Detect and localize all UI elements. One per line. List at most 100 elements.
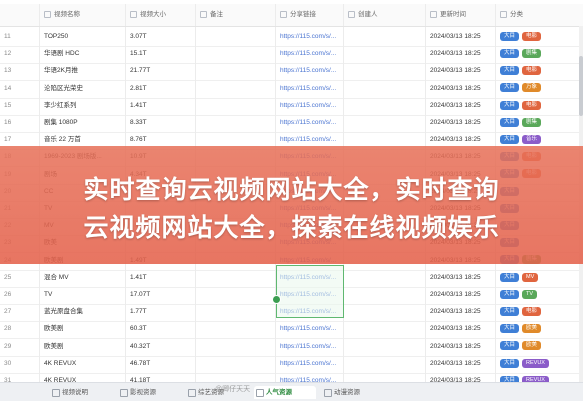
cell-time[interactable]: 2024/03/13 18:25 [426, 27, 496, 46]
cell-name[interactable]: 华语剧 HDC [40, 44, 126, 64]
cell-name[interactable]: 蓝光原盘合集 [40, 302, 126, 322]
cell-time[interactable]: 2024/03/13 18:25 [426, 285, 496, 304]
cell-link[interactable]: https://115.com/s/... [276, 95, 344, 115]
cell-user[interactable] [344, 61, 426, 81]
cell-size[interactable]: 3.07T [126, 27, 196, 46]
cell-user[interactable] [344, 353, 426, 373]
column-header-2[interactable]: 视频大小 [126, 4, 196, 26]
cell-n[interactable]: 29 [0, 336, 40, 356]
cell-name[interactable]: TV [40, 285, 126, 304]
cell-time[interactable]: 2024/03/13 18:25 [426, 336, 496, 356]
cell-size[interactable]: 2.81T [126, 78, 196, 98]
column-header-6[interactable]: 更新时间 [426, 4, 496, 26]
column-header-1[interactable]: 视频名称 [40, 4, 126, 26]
cell-name[interactable]: TOP250 [40, 27, 126, 46]
cell-tags[interactable]: 大目 欧美 [496, 337, 583, 356]
selection-box[interactable] [276, 265, 344, 318]
cell-name[interactable]: 李少红系列 [40, 95, 126, 115]
cell-link[interactable]: https://115.com/s/... [276, 336, 344, 356]
cell-n[interactable]: 26 [0, 285, 40, 304]
sheet-tab[interactable]: 视频说明 [50, 386, 112, 399]
cell-link[interactable]: https://115.com/s/... [276, 113, 344, 132]
cell-tags[interactable]: 大目 欧美 [496, 319, 583, 338]
cell-user[interactable] [344, 44, 426, 64]
cell-time[interactable]: 2024/03/13 18:25 [426, 267, 496, 287]
cell-link[interactable]: https://115.com/s/... [276, 61, 344, 81]
cell-n[interactable]: 15 [0, 95, 40, 115]
cell-tags[interactable]: 大目电影 [496, 302, 583, 321]
fill-handle[interactable] [272, 295, 281, 304]
cell-name[interactable]: 混合 MV [40, 267, 126, 287]
cell-size[interactable]: 40.32T [126, 336, 196, 356]
cell-time[interactable]: 2024/03/13 18:25 [426, 319, 496, 339]
cell-tags[interactable]: 大目剧集 [496, 113, 583, 132]
cell-size[interactable]: 21.77T [126, 61, 196, 81]
cell-user[interactable] [344, 267, 426, 287]
cell-user[interactable] [344, 78, 426, 98]
cell-tags[interactable]: 大目电影 [496, 61, 583, 80]
cell-note[interactable] [196, 113, 276, 132]
cell-name[interactable]: 欧美剧 [40, 319, 126, 339]
cell-n[interactable]: 28 [0, 319, 40, 339]
cell-note[interactable] [196, 27, 276, 46]
cell-tags[interactable]: 大目 万象 [496, 79, 583, 98]
cell-note[interactable] [196, 95, 276, 115]
cell-note[interactable] [196, 336, 276, 356]
cell-user[interactable] [344, 302, 426, 322]
cell-n[interactable]: 13 [0, 61, 40, 81]
cell-n[interactable]: 30 [0, 353, 40, 373]
cell-time[interactable]: 2024/03/13 18:25 [426, 78, 496, 98]
cell-size[interactable]: 1.41T [126, 267, 196, 287]
cell-note[interactable] [196, 319, 276, 339]
cell-link[interactable]: https://115.com/s/... [276, 78, 344, 98]
cell-time[interactable]: 2024/03/13 18:25 [426, 95, 496, 115]
sheet-tab[interactable]: 人气资源 [254, 386, 316, 399]
cell-size[interactable]: 8.33T [126, 113, 196, 132]
cell-user[interactable] [344, 319, 426, 339]
cell-note[interactable] [196, 267, 276, 287]
cell-link[interactable]: https://115.com/s/... [276, 319, 344, 339]
column-header-7[interactable]: 分类 [496, 4, 583, 26]
cell-note[interactable] [196, 285, 276, 304]
cell-tags[interactable]: 大目电影 [496, 27, 583, 46]
scrollbar-thumb[interactable] [579, 56, 583, 116]
cell-time[interactable]: 2024/03/13 18:25 [426, 113, 496, 132]
cell-name[interactable]: 沦陷区光荣史 [40, 78, 126, 98]
cell-n[interactable]: 11 [0, 27, 40, 46]
cell-time[interactable]: 2024/03/13 18:25 [426, 61, 496, 81]
cell-tags[interactable]: 大目剧集 [496, 44, 583, 63]
cell-user[interactable] [344, 95, 426, 115]
column-header-3[interactable]: 备注 [196, 4, 276, 26]
cell-size[interactable]: 1.41T [126, 95, 196, 115]
cell-user[interactable] [344, 113, 426, 132]
cell-user[interactable] [344, 336, 426, 356]
cell-name[interactable]: 4K REVUX [40, 353, 126, 373]
cell-tags[interactable]: 大目 TV [496, 285, 583, 304]
cell-tags[interactable]: 大目电影 [496, 96, 583, 115]
cell-note[interactable] [196, 61, 276, 81]
sheet-tab[interactable]: 影视资源 [118, 386, 180, 399]
cell-size[interactable]: 1.77T [126, 302, 196, 322]
cell-time[interactable]: 2024/03/13 18:25 [426, 302, 496, 322]
column-header-0[interactable] [0, 4, 40, 26]
cell-tags[interactable]: 大目 REVUX [496, 354, 583, 373]
cell-size[interactable]: 60.3T [126, 319, 196, 339]
cell-note[interactable] [196, 353, 276, 373]
cell-time[interactable]: 2024/03/13 18:25 [426, 44, 496, 64]
cell-note[interactable] [196, 78, 276, 98]
cell-link[interactable]: https://115.com/s/... [276, 353, 344, 373]
cell-tags[interactable]: 大目 MV [496, 268, 583, 287]
cell-link[interactable]: https://115.com/s/... [276, 27, 344, 46]
cell-n[interactable]: 16 [0, 113, 40, 132]
cell-name[interactable]: 华语2K月推 [40, 61, 126, 81]
cell-n[interactable]: 25 [0, 267, 40, 287]
cell-user[interactable] [344, 285, 426, 304]
cell-n[interactable]: 12 [0, 44, 40, 64]
column-header-5[interactable]: 创建人 [344, 4, 426, 26]
cell-link[interactable]: https://115.com/s/... [276, 44, 344, 64]
cell-user[interactable] [344, 27, 426, 46]
cell-size[interactable]: 15.1T [126, 44, 196, 64]
cell-note[interactable] [196, 302, 276, 322]
cell-n[interactable]: 27 [0, 302, 40, 322]
cell-note[interactable] [196, 44, 276, 64]
